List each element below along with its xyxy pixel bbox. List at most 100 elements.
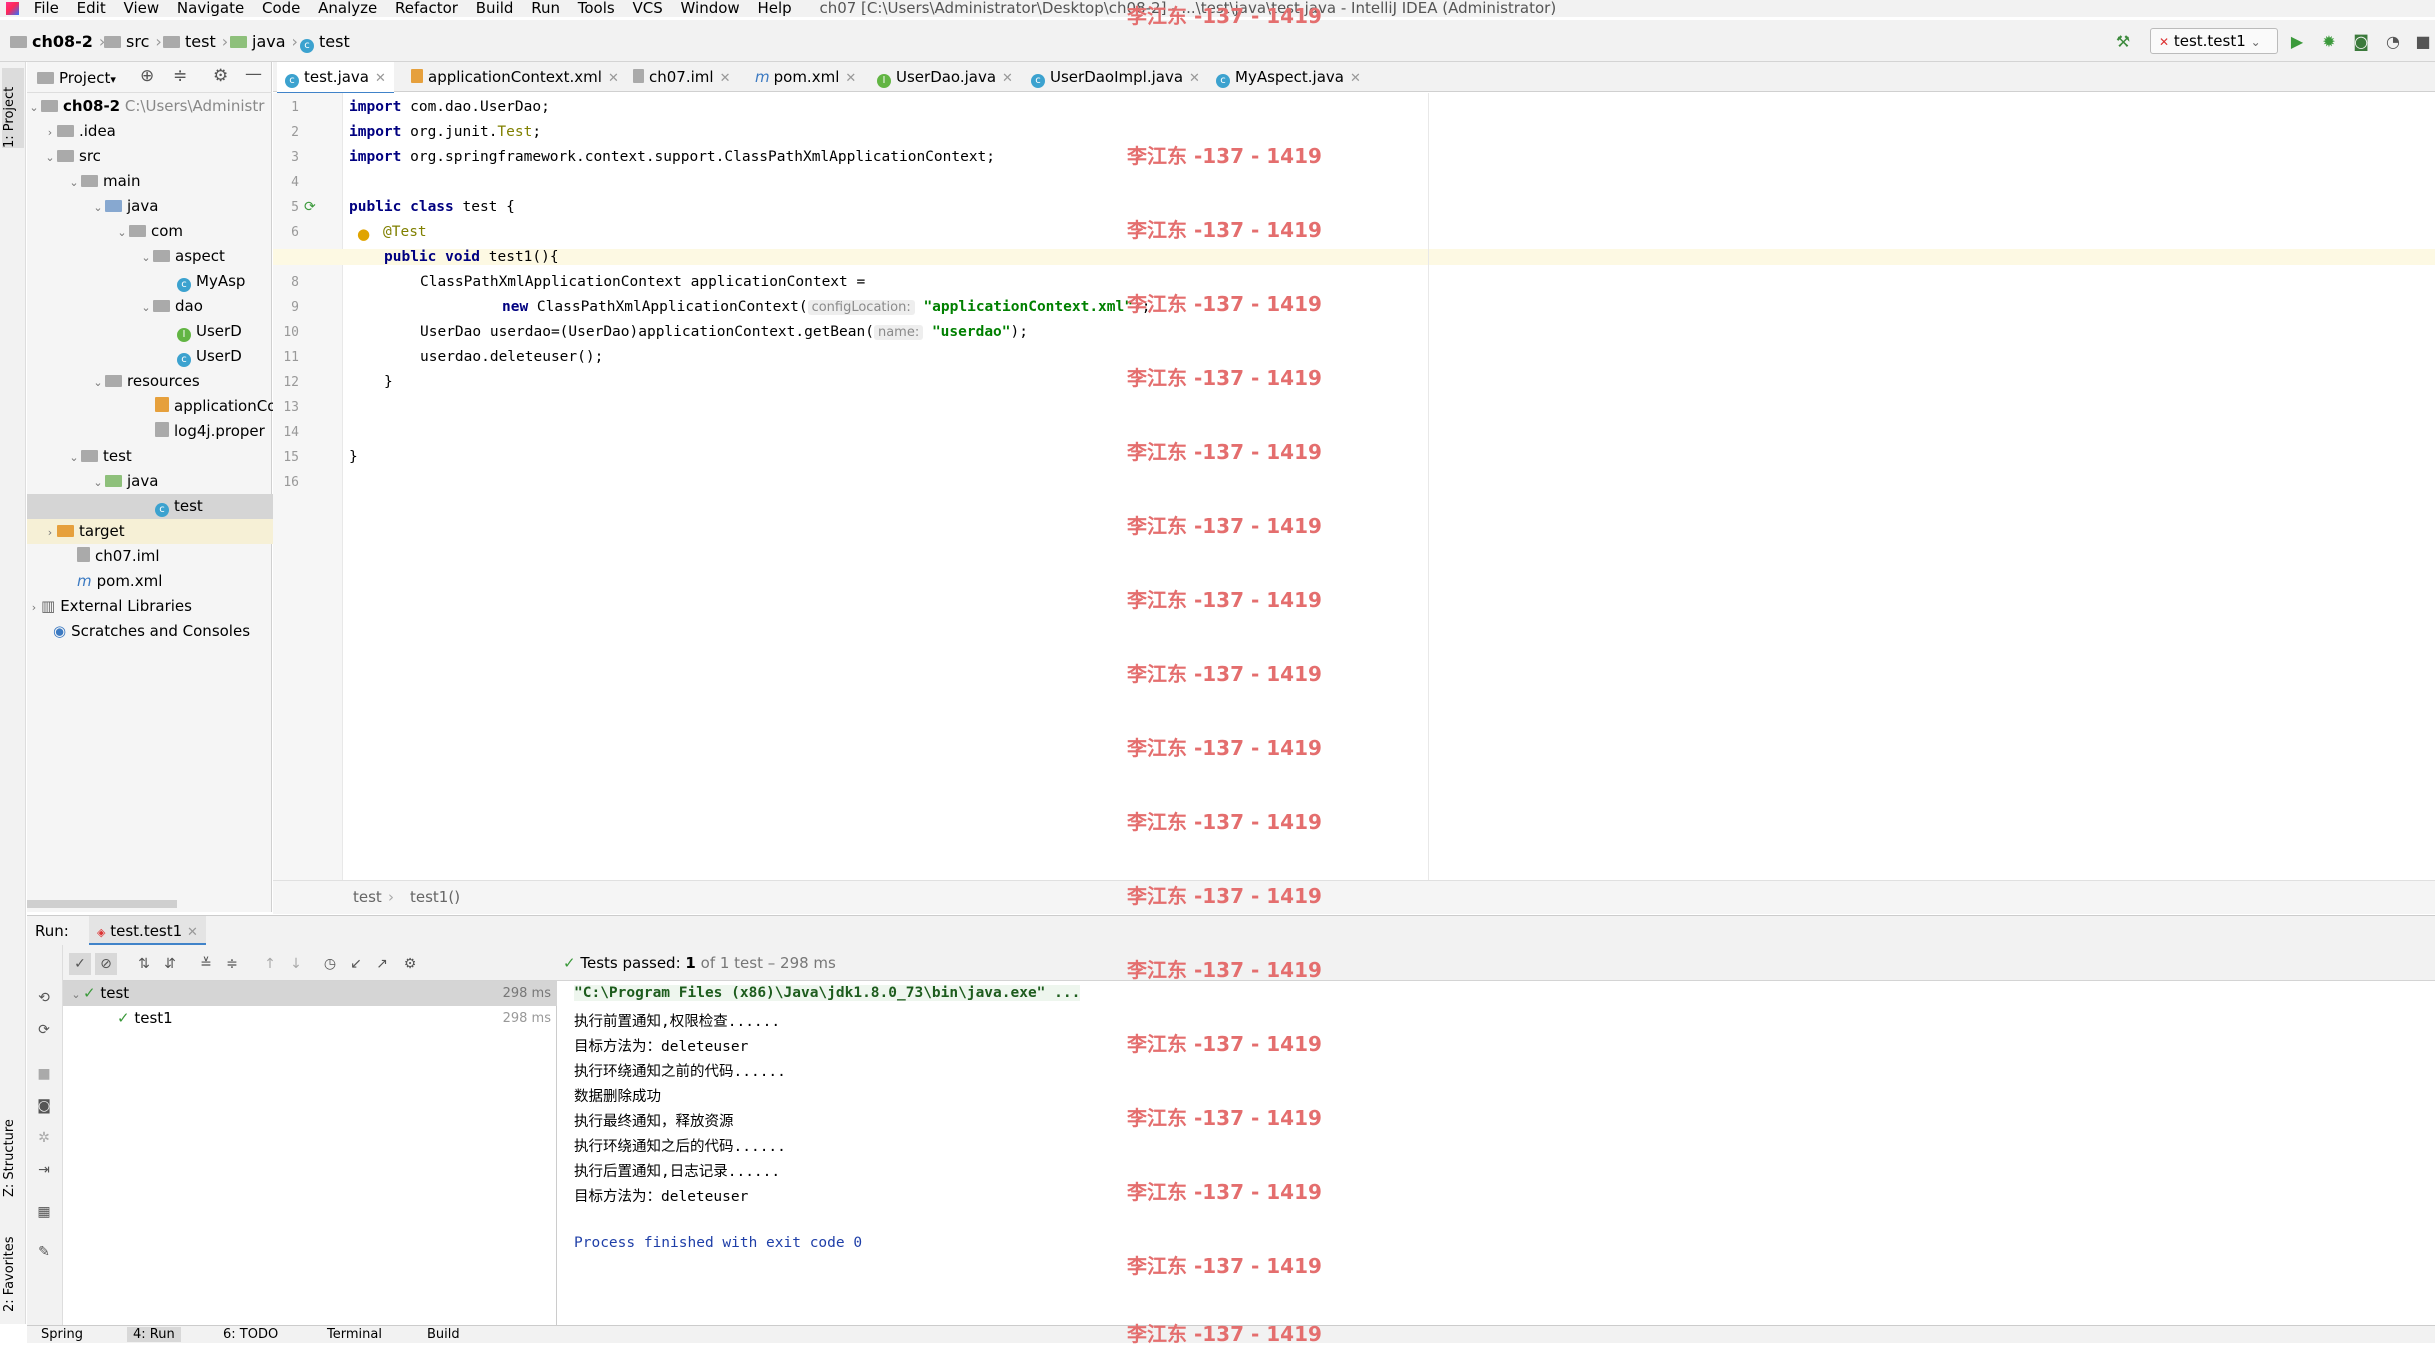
breadcrumb-project[interactable]: ch08-2 › (10, 32, 111, 51)
tree-item-scratches[interactable]: ◉ Scratches and Consoles (27, 619, 298, 644)
code-line-7: public void test1(){ (273, 249, 2435, 265)
console-output[interactable]: "C:\Program Files (x86)\Java\jdk1.8.0_73… (558, 981, 2435, 1325)
lightbulb-icon[interactable]: ● (357, 225, 370, 243)
horizontal-scrollbar[interactable] (27, 900, 177, 908)
breadcrumb-java[interactable]: java › (230, 32, 304, 51)
tab-terminal[interactable]: Terminal (327, 1327, 382, 1342)
run-icon[interactable]: ▶ (2286, 30, 2308, 52)
tab-ch07-iml[interactable]: ch07.iml ✕ (625, 62, 738, 92)
menu-tools[interactable]: Tools (578, 0, 615, 17)
rerun-failed-icon[interactable]: ⟲ (33, 987, 55, 1009)
xml-file-icon (155, 397, 169, 412)
close-icon[interactable]: ✕ (720, 71, 731, 86)
collapse-all-icon[interactable]: ≑ (221, 953, 243, 975)
stop-icon[interactable]: ■ (2412, 30, 2434, 52)
menu-refactor[interactable]: Refactor (395, 0, 458, 17)
menu-code[interactable]: Code (262, 0, 300, 17)
tree-item-test[interactable]: ⌄ test (27, 444, 312, 469)
tree-item-external-libraries[interactable]: › ▥ External Libraries (27, 594, 272, 619)
debug-icon[interactable]: ✹ (2318, 30, 2340, 52)
run-class-gutter-icon[interactable]: ⟳ (304, 199, 316, 215)
structure-tool-tab[interactable]: Z: Structure (2, 1097, 24, 1197)
tree-item-idea[interactable]: › .idea (27, 119, 288, 144)
line-number: 14 (283, 425, 299, 440)
package-icon (129, 225, 146, 237)
exit-icon[interactable]: ⇥ (33, 1159, 55, 1181)
tree-item-src[interactable]: ⌄ src (27, 144, 288, 169)
tab-build[interactable]: Build (427, 1327, 460, 1342)
project-tool-tab[interactable]: 1: Project (2, 68, 24, 148)
menu-window[interactable]: Window (681, 0, 740, 17)
gear-icon[interactable]: ⚙ (213, 66, 228, 86)
toggle-auto-test-icon[interactable]: ⟳ (33, 1019, 55, 1041)
watermark: 李江东 -137 - 1419 (1127, 736, 1322, 760)
show-passed-icon[interactable]: ✓ (69, 953, 91, 975)
locate-icon[interactable]: ⊕ (140, 66, 154, 86)
console-line: 目标方法为：deleteuser (574, 1039, 749, 1055)
profiler-icon[interactable]: ◔ (2382, 30, 2404, 52)
tab-userdao-java[interactable]: I UserDao.java ✕ (869, 62, 1021, 92)
build-hammer-icon[interactable]: ⚒ (2112, 30, 2134, 52)
tree-item-target[interactable]: › target (27, 519, 288, 544)
crumb-class[interactable]: test (353, 888, 382, 906)
menu-vcs[interactable]: VCS (632, 0, 662, 17)
menu-file[interactable]: File (34, 0, 59, 17)
close-icon[interactable]: ✕ (1189, 71, 1200, 86)
run-configuration-select[interactable]: ✕ test.test1 ⌄ (2150, 28, 2278, 54)
close-icon[interactable]: ✕ (608, 71, 619, 86)
tab-applicationcontext-xml[interactable]: applicationContext.xml ✕ (403, 62, 627, 92)
tab-spring[interactable]: Spring (41, 1327, 83, 1342)
tab-test-java[interactable]: c test.java ✕ (277, 62, 394, 95)
menu-view[interactable]: View (124, 0, 160, 17)
project-view-select[interactable]: Project▾ (37, 69, 116, 87)
favorites-tool-tab[interactable]: 2: Favorites (2, 1212, 24, 1312)
tab-todo[interactable]: 6: TODO (223, 1327, 278, 1342)
menu-run[interactable]: Run (531, 0, 560, 17)
close-icon[interactable]: ✕ (1350, 71, 1361, 86)
code-editor[interactable]: import com.dao.UserDao; import org.junit… (273, 93, 2435, 880)
hide-icon[interactable]: — (245, 64, 262, 84)
crumb-method[interactable]: test1() (410, 888, 460, 906)
show-ignored-icon[interactable]: ⊘ (95, 953, 117, 975)
watermark: 李江东 -137 - 1419 (1127, 218, 1322, 242)
collapse-all-icon[interactable]: ≑ (173, 66, 187, 86)
close-icon[interactable]: ✕ (1002, 71, 1013, 86)
pin-icon[interactable]: ✲ (33, 1127, 55, 1149)
stop-icon[interactable]: ■ (33, 1063, 55, 1085)
tree-item-main[interactable]: ⌄ main (27, 169, 312, 194)
close-icon[interactable]: ✕ (845, 71, 856, 86)
export-tests-icon[interactable]: ↗ (371, 953, 393, 975)
close-icon[interactable]: ✕ (187, 925, 198, 940)
tab-userdaoimpl-java[interactable]: c UserDaoImpl.java ✕ (1023, 62, 1208, 92)
gear-icon[interactable]: ⚙ (399, 953, 421, 975)
test-case-row[interactable]: ✓ test1 298 ms (63, 1006, 557, 1031)
test-suite-row[interactable]: ⌄ ✓ test 298 ms (63, 981, 557, 1006)
sort-duration-icon[interactable]: ⇵ (159, 953, 181, 975)
menu-analyze[interactable]: Analyze (318, 0, 377, 17)
line-number: 11 (283, 350, 299, 365)
menu-navigate[interactable]: Navigate (177, 0, 244, 17)
tab-run[interactable]: 4: Run (127, 1327, 181, 1342)
import-tests-icon[interactable]: ↙ (345, 953, 367, 975)
next-failed-icon[interactable]: ↓ (285, 953, 307, 975)
history-icon[interactable]: ◷ (319, 953, 341, 975)
expand-all-icon[interactable]: ≚ (195, 953, 217, 975)
prev-failed-icon[interactable]: ↑ (259, 953, 281, 975)
pin-tab-icon[interactable]: ✎ (33, 1241, 55, 1263)
menu-help[interactable]: Help (757, 0, 791, 17)
coverage-icon[interactable]: ◙ (2350, 30, 2372, 52)
layout-icon[interactable]: ▦ (33, 1201, 55, 1223)
run-tab[interactable]: ◈ test.test1 ✕ (89, 916, 206, 946)
menu-build[interactable]: Build (476, 0, 514, 17)
breadcrumb-class[interactable]: c test (300, 32, 350, 53)
breadcrumb-src[interactable]: src › (104, 32, 168, 51)
camera-icon[interactable]: ◙ (33, 1095, 55, 1117)
console-line: 执行环绕通知之前的代码...... (574, 1064, 786, 1080)
tree-item-project-root[interactable]: ⌄ ch08-2 C:\Users\Administr (27, 94, 272, 119)
tab-pom-xml[interactable]: m pom.xml ✕ (747, 62, 864, 92)
close-icon[interactable]: ✕ (375, 71, 386, 86)
sort-alpha-icon[interactable]: ⇅ (133, 953, 155, 975)
menu-edit[interactable]: Edit (77, 0, 106, 17)
tab-myaspect-java[interactable]: c MyAspect.java ✕ (1208, 62, 1369, 92)
breadcrumb-test[interactable]: test › (163, 32, 234, 51)
